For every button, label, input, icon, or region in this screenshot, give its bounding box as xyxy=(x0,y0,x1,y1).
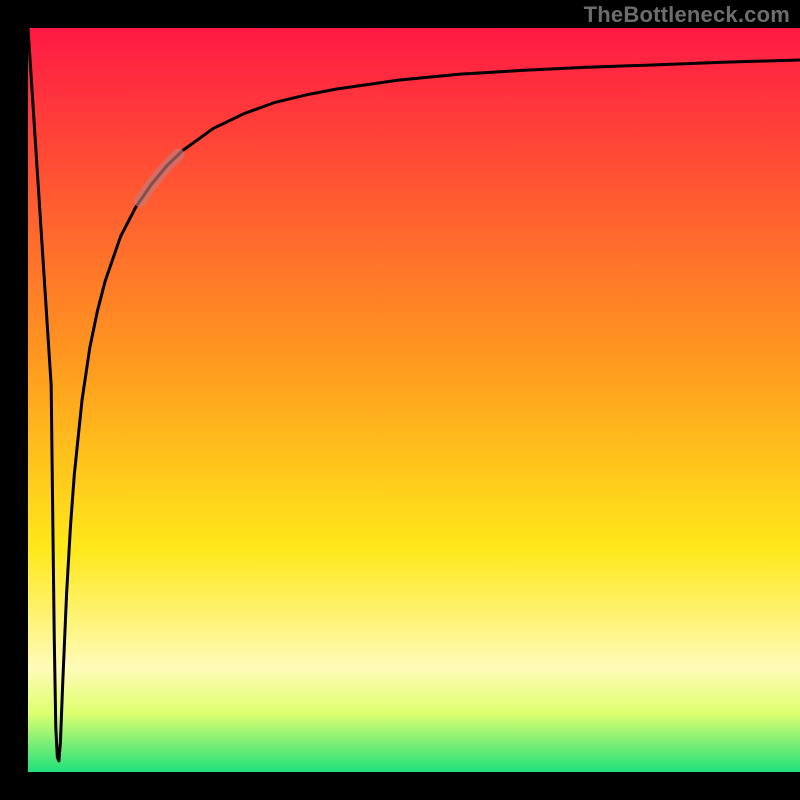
chart-container: TheBottleneck.com xyxy=(0,0,800,800)
plot-background xyxy=(28,28,800,772)
bottleneck-chart xyxy=(0,0,800,800)
